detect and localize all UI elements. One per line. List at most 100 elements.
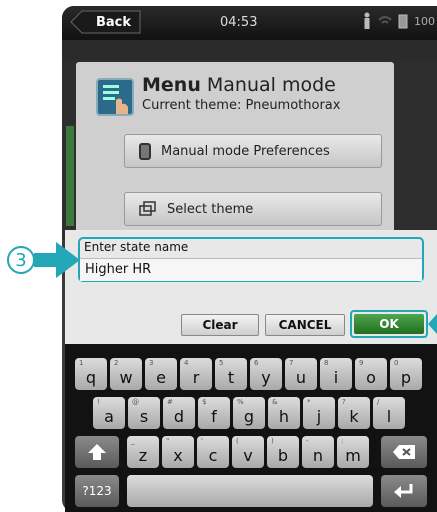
key-hint: " — [166, 437, 170, 445]
key-label: a — [104, 406, 114, 426]
state-name-input[interactable]: Higher HR — [80, 258, 422, 281]
backspace-key[interactable] — [381, 436, 427, 468]
back-button[interactable]: Back — [70, 10, 141, 34]
battery-icon — [398, 14, 408, 29]
key-l[interactable]: / l — [373, 397, 405, 429]
cancel-button[interactable]: CANCEL — [265, 314, 345, 336]
enter-key[interactable] — [381, 475, 427, 507]
key-r[interactable]: 4r — [180, 358, 212, 390]
key-label: m — [345, 445, 361, 465]
key-o[interactable]: 9o — [355, 358, 387, 390]
shift-key[interactable] — [75, 436, 119, 468]
battery-text: 100 — [414, 14, 435, 28]
manual-mode-icon — [96, 78, 134, 116]
key-label: j — [316, 406, 322, 426]
key-j[interactable]: * j — [303, 397, 335, 429]
backspace-icon — [393, 445, 415, 459]
key-label: q — [85, 367, 97, 387]
key-v[interactable]: (v — [232, 436, 264, 468]
key-label: s — [139, 406, 149, 426]
key-y[interactable]: 6y — [250, 358, 282, 390]
clear-button[interactable]: Clear — [181, 314, 259, 336]
key-e[interactable]: 3e — [145, 358, 177, 390]
key-k[interactable]: ? k — [338, 397, 370, 429]
key-hint: : — [341, 437, 344, 445]
key-label: o — [366, 367, 376, 387]
key-hint: 3 — [149, 359, 154, 367]
key-hint: 4 — [184, 359, 189, 367]
space-key[interactable] — [127, 475, 373, 507]
key-hint: % — [237, 398, 244, 406]
key-label: e — [156, 367, 166, 387]
ok-button[interactable]: OK — [354, 314, 424, 334]
key-a[interactable]: ! a — [93, 397, 125, 429]
menu-title: Menu Manual mode — [142, 74, 336, 96]
key-label: k — [349, 406, 359, 426]
key-hint: ? — [342, 398, 346, 406]
key-t[interactable]: 5t — [215, 358, 247, 390]
key-g[interactable]: % g — [233, 397, 265, 429]
key-p[interactable]: 0p — [390, 358, 422, 390]
key-hint: & — [272, 398, 278, 406]
key-label: c — [208, 445, 218, 465]
menu-dialog: Menu Manual mode Current theme: Pneumoth… — [76, 62, 394, 240]
status-bar: Back 04:53 100 — [62, 6, 437, 40]
key-hint: 6 — [254, 359, 259, 367]
hand-touch-icon — [103, 85, 128, 114]
key-x[interactable]: " x — [162, 436, 194, 468]
key-z[interactable]: _ z — [127, 436, 159, 468]
key-hint: @ — [132, 398, 139, 406]
key-label: p — [400, 367, 412, 387]
key-label: x — [173, 445, 183, 465]
copy-icon — [139, 201, 156, 216]
key-n[interactable]: -n — [302, 436, 334, 468]
select-theme-button[interactable]: Select theme — [124, 192, 382, 226]
key-label: u — [295, 367, 307, 387]
key-label: z — [138, 445, 148, 465]
manual-mode-preferences-button[interactable]: Manual mode Preferences — [124, 134, 382, 168]
key-hint: 5 — [219, 359, 224, 367]
key-label: w — [119, 367, 133, 387]
key-b[interactable]: ) b — [267, 436, 299, 468]
key-m[interactable]: :m — [337, 436, 369, 468]
step-number-marker: 3 — [7, 246, 35, 274]
phone-icon — [139, 142, 151, 160]
shift-arrow-icon — [88, 444, 106, 460]
key-u[interactable]: 7u — [285, 358, 317, 390]
key-hint: _ — [131, 437, 135, 445]
key-h[interactable]: & h — [268, 397, 300, 429]
key-q[interactable]: 1q — [75, 358, 107, 390]
key-hint: ' — [201, 437, 203, 445]
key-hint: $ — [202, 398, 207, 406]
wifi-icon — [378, 16, 392, 24]
key-hint: / — [377, 398, 380, 406]
state-name-label: Enter state name — [84, 240, 189, 254]
ok-pointer-arrow — [428, 314, 437, 334]
key-label: r — [192, 367, 200, 387]
key-i[interactable]: 8i — [320, 358, 352, 390]
key-hint: 8 — [324, 359, 329, 367]
back-label: Back — [96, 14, 132, 30]
key-w[interactable]: 2w — [110, 358, 142, 390]
key-s[interactable]: @ s — [128, 397, 160, 429]
ok-button-frame[interactable]: OK — [350, 310, 428, 338]
background-green-bar — [66, 126, 74, 226]
key-label: n — [312, 445, 324, 465]
key-f[interactable]: $ f — [198, 397, 230, 429]
key-label: i — [333, 367, 339, 387]
menu-subtitle: Current theme: Pneumothorax — [142, 98, 341, 113]
background-header-row — [62, 40, 437, 60]
key-label: y — [261, 367, 271, 387]
key-hint: - — [306, 437, 309, 445]
keyboard: 1 q 2 w 3 e 4 r 5 t 6 y 7 u 8 i 9 o 0 p! a @ s # d $ f% g & h * j? k / l _ z… — [65, 344, 437, 512]
key-d[interactable]: # d — [163, 397, 195, 429]
symbols-key[interactable]: ?123 — [75, 475, 119, 507]
key-hint: 2 — [114, 359, 119, 367]
key-hint: ( — [236, 437, 239, 445]
key-label: l — [386, 406, 392, 426]
person-icon — [364, 12, 370, 29]
key-hint: ! — [97, 398, 100, 406]
key-label: g — [243, 406, 255, 426]
key-label: h — [278, 406, 290, 426]
key-c[interactable]: ' c — [197, 436, 229, 468]
